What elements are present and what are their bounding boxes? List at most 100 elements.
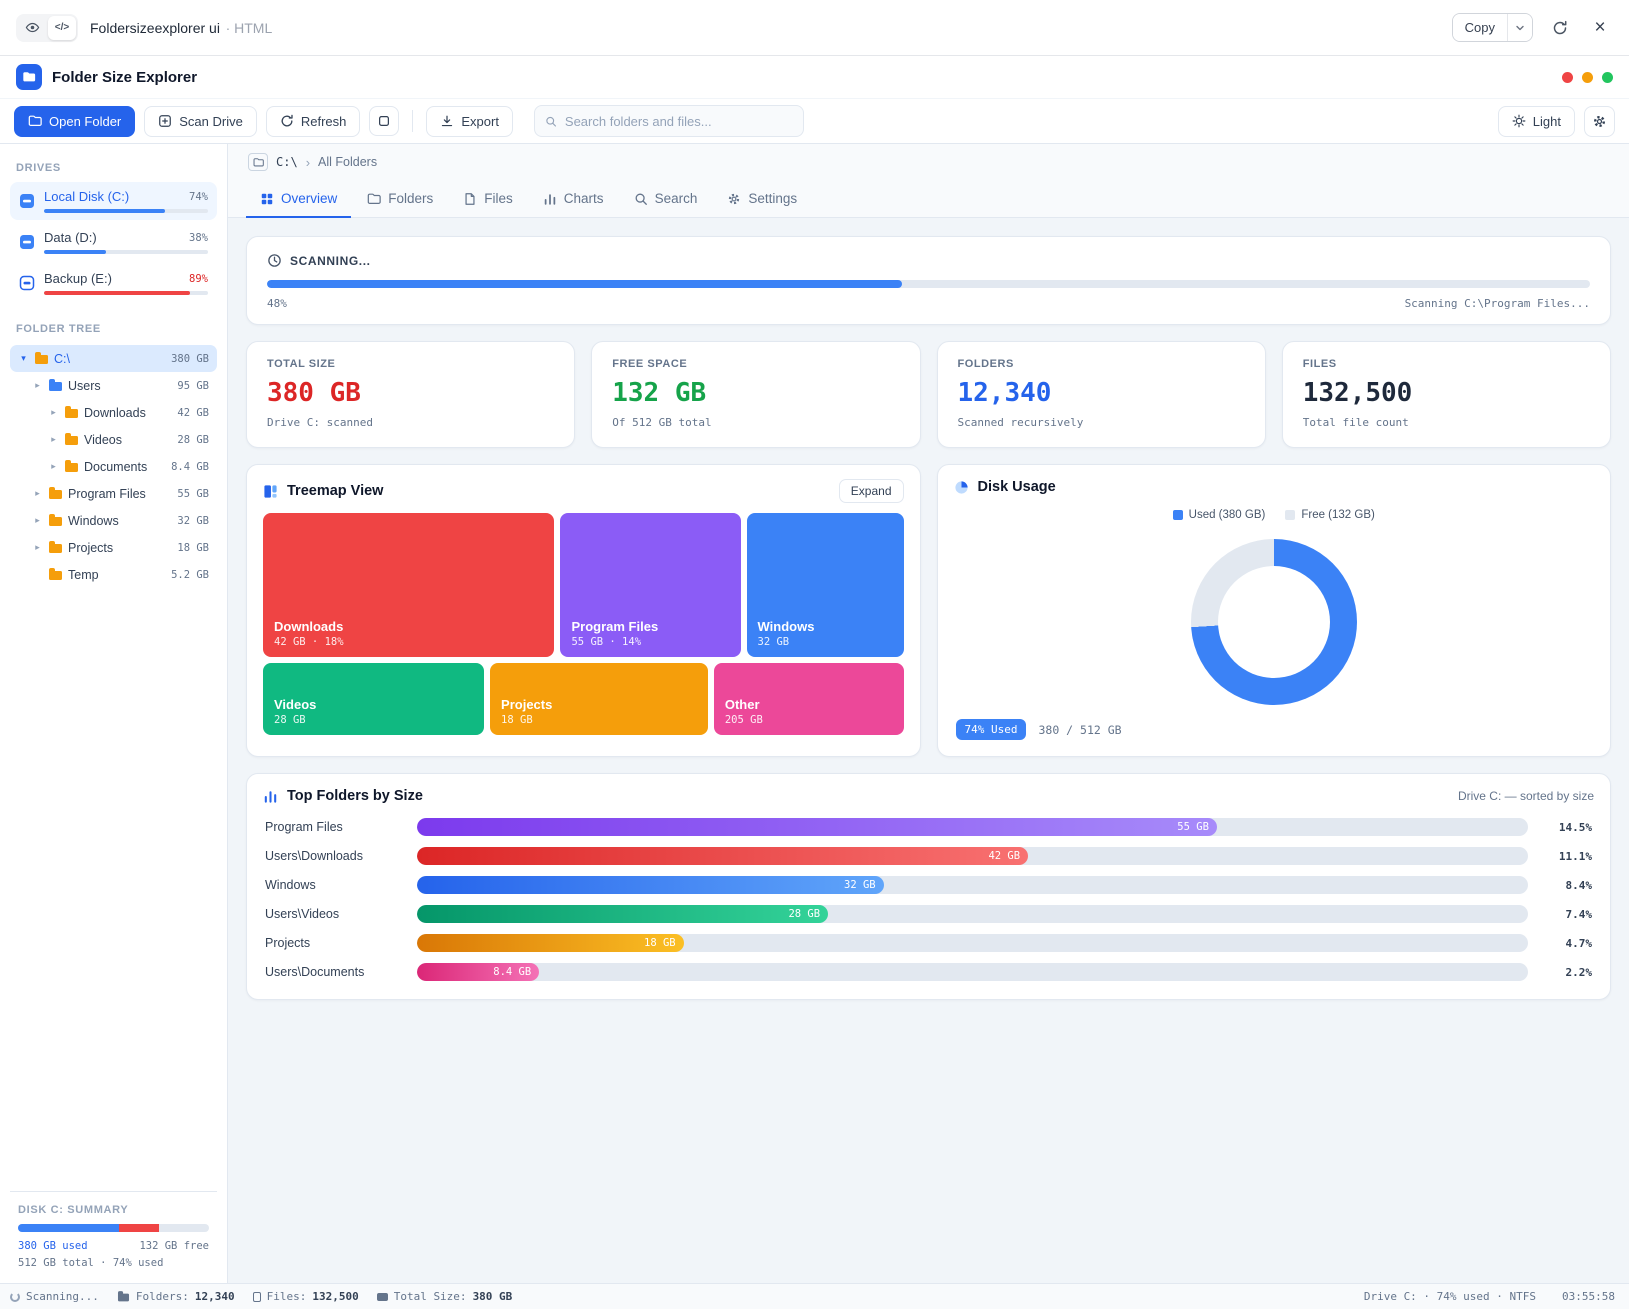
top-folder-row-users-downloads[interactable]: Users\Downloads 42 GB 11.1% bbox=[265, 847, 1592, 865]
drive-icon bbox=[19, 275, 35, 291]
scan-icon bbox=[158, 114, 172, 128]
tree-item-windows[interactable]: ▸ Windows 32 GB bbox=[10, 507, 217, 534]
folder-icon bbox=[367, 192, 381, 206]
grid-icon bbox=[260, 192, 274, 206]
top-folders-subtitle: Drive C: — sorted by size bbox=[1458, 789, 1594, 803]
tree-item-documents[interactable]: ▸ Documents 8.4 GB bbox=[10, 453, 217, 480]
tree-item-videos[interactable]: ▸ Videos 28 GB bbox=[10, 426, 217, 453]
copy-button[interactable]: Copy bbox=[1453, 14, 1507, 41]
search-input[interactable] bbox=[565, 114, 793, 129]
scan-status-text: Scanning C:\Program Files... bbox=[1405, 297, 1590, 310]
caret-right-icon[interactable]: ▸ bbox=[32, 515, 43, 526]
theme-toggle-button[interactable]: Light bbox=[1498, 106, 1575, 137]
top-folders-title: Top Folders by Size bbox=[287, 788, 423, 804]
drive-icon bbox=[19, 234, 35, 250]
drive-item-backup-e[interactable]: Backup (E:) 89% bbox=[10, 264, 217, 302]
tab-overview[interactable]: Overview bbox=[246, 180, 351, 218]
status-clock: 03:55:58 bbox=[1562, 1290, 1615, 1303]
close-icon[interactable]: × bbox=[1587, 15, 1613, 41]
reload-icon[interactable] bbox=[1547, 15, 1573, 41]
used-ratio: 380 / 512 GB bbox=[1038, 723, 1121, 737]
scan-drive-button[interactable]: Scan Drive bbox=[144, 106, 257, 137]
folder-icon bbox=[28, 114, 42, 128]
drive-item-data-d[interactable]: Data (D:) 38% bbox=[10, 223, 217, 261]
tree-item-program-files[interactable]: ▸ Program Files 55 GB bbox=[10, 480, 217, 507]
top-folder-row-users-videos[interactable]: Users\Videos 28 GB 7.4% bbox=[265, 905, 1592, 923]
stat-card-folders: FOLDERS 12,340 Scanned recursively bbox=[937, 341, 1266, 448]
caret-down-icon[interactable]: ▾ bbox=[18, 353, 29, 364]
caret-right-icon[interactable]: ▸ bbox=[48, 407, 59, 418]
tree-item-temp[interactable]: Temp 5.2 GB bbox=[10, 561, 217, 588]
used-percent-badge: 74% Used bbox=[956, 719, 1027, 740]
stop-button[interactable] bbox=[369, 106, 399, 136]
tree-item-users[interactable]: ▸ Users 95 GB bbox=[10, 372, 217, 399]
eye-icon[interactable] bbox=[18, 16, 46, 40]
download-icon bbox=[440, 114, 454, 128]
drive-usage-bar bbox=[44, 209, 208, 213]
stop-square-icon bbox=[377, 114, 391, 128]
caret-right-icon[interactable]: ▸ bbox=[32, 542, 43, 553]
folder-icon bbox=[49, 382, 62, 391]
treemap-block-videos[interactable]: Videos28 GB bbox=[263, 663, 484, 735]
top-folder-row-users-documents[interactable]: Users\Documents 8.4 GB 2.2% bbox=[265, 963, 1592, 981]
tab-search[interactable]: Search bbox=[620, 180, 712, 218]
tab-settings[interactable]: Settings bbox=[713, 180, 811, 218]
top-folder-row-projects[interactable]: Projects 18 GB 4.7% bbox=[265, 934, 1592, 952]
treemap-icon bbox=[263, 484, 278, 499]
chevron-down-icon[interactable] bbox=[1507, 14, 1532, 41]
tree-item-downloads[interactable]: ▸ Downloads 42 GB bbox=[10, 399, 217, 426]
breadcrumb: C:\ › All Folders bbox=[228, 144, 1629, 180]
breadcrumb-drive[interactable]: C:\ bbox=[276, 155, 298, 169]
tree-item-c-drive[interactable]: ▾ C:\ 380 GB bbox=[10, 345, 217, 372]
breadcrumb-path: All Folders bbox=[318, 155, 377, 169]
top-folders-card: Top Folders by Size Drive C: — sorted by… bbox=[246, 773, 1611, 1000]
caret-right-icon[interactable]: ▸ bbox=[48, 434, 59, 445]
toolbar-search bbox=[534, 105, 804, 137]
tab-files[interactable]: Files bbox=[449, 180, 527, 218]
top-folder-row-windows[interactable]: Windows 32 GB 8.4% bbox=[265, 876, 1592, 894]
tree-item-projects[interactable]: ▸ Projects 18 GB bbox=[10, 534, 217, 561]
treemap-card: Treemap View Expand Downloads42 GB · 18%… bbox=[246, 464, 921, 757]
caret-right-icon[interactable]: ▸ bbox=[32, 488, 43, 499]
preview-subtitle: · HTML bbox=[226, 20, 273, 36]
traffic-red-dot bbox=[1562, 72, 1573, 83]
treemap-block-program-files[interactable]: Program Files55 GB · 14% bbox=[560, 513, 740, 657]
caret-right-icon[interactable]: ▸ bbox=[48, 461, 59, 472]
legend-used-swatch bbox=[1173, 510, 1183, 520]
tab-folders[interactable]: Folders bbox=[353, 180, 447, 218]
status-bar: Scanning... Folders:12,340 Files:132,500… bbox=[0, 1283, 1629, 1309]
stat-value: 380 GB bbox=[267, 378, 554, 408]
folder-icon bbox=[49, 544, 62, 553]
folder-icon bbox=[65, 436, 78, 445]
expand-button[interactable]: Expand bbox=[839, 479, 904, 503]
disk-summary: DISK C: SUMMARY 380 GB used 132 GB free … bbox=[10, 1191, 217, 1271]
treemap-block-windows[interactable]: Windows32 GB bbox=[747, 513, 904, 657]
refresh-button[interactable]: Refresh bbox=[266, 106, 361, 137]
toolbar: Open Folder Scan Drive Refresh Export Li… bbox=[0, 98, 1629, 144]
tab-charts[interactable]: Charts bbox=[529, 180, 618, 218]
drive-item-local-disk-c[interactable]: Local Disk (C:) 74% bbox=[10, 182, 217, 220]
export-button[interactable]: Export bbox=[426, 106, 513, 137]
toolbar-divider bbox=[412, 110, 413, 132]
top-folder-row-program-files[interactable]: Program Files 55 GB 14.5% bbox=[265, 818, 1592, 836]
sidebar: DRIVES Local Disk (C:) 74% Data (D:) 38% bbox=[0, 144, 228, 1283]
open-folder-button[interactable]: Open Folder bbox=[14, 106, 135, 137]
copy-split-button: Copy bbox=[1452, 13, 1533, 42]
gear-icon bbox=[727, 192, 741, 206]
folder-tree: ▾ C:\ 380 GB ▸ Users 95 GB ▸ Downloads 4… bbox=[10, 345, 217, 588]
scan-percent: 48% bbox=[267, 297, 287, 310]
stat-value: 132,500 bbox=[1303, 378, 1590, 408]
breadcrumb-separator: › bbox=[306, 155, 310, 170]
disk-icon bbox=[377, 1293, 388, 1301]
traffic-green-dot bbox=[1602, 72, 1613, 83]
pie-chart-icon bbox=[954, 480, 969, 495]
summary-used: 380 GB used bbox=[18, 1240, 88, 1252]
treemap-block-other[interactable]: Other205 GB bbox=[714, 663, 904, 735]
caret-right-icon[interactable]: ▸ bbox=[32, 380, 43, 391]
breadcrumb-folder-icon bbox=[248, 153, 268, 171]
treemap-block-downloads[interactable]: Downloads42 GB · 18% bbox=[263, 513, 554, 657]
treemap-block-projects[interactable]: Projects18 GB bbox=[490, 663, 708, 735]
drive-name: Backup (E:) bbox=[44, 271, 112, 286]
settings-button[interactable] bbox=[1584, 106, 1615, 137]
code-icon[interactable]: </> bbox=[48, 16, 76, 40]
